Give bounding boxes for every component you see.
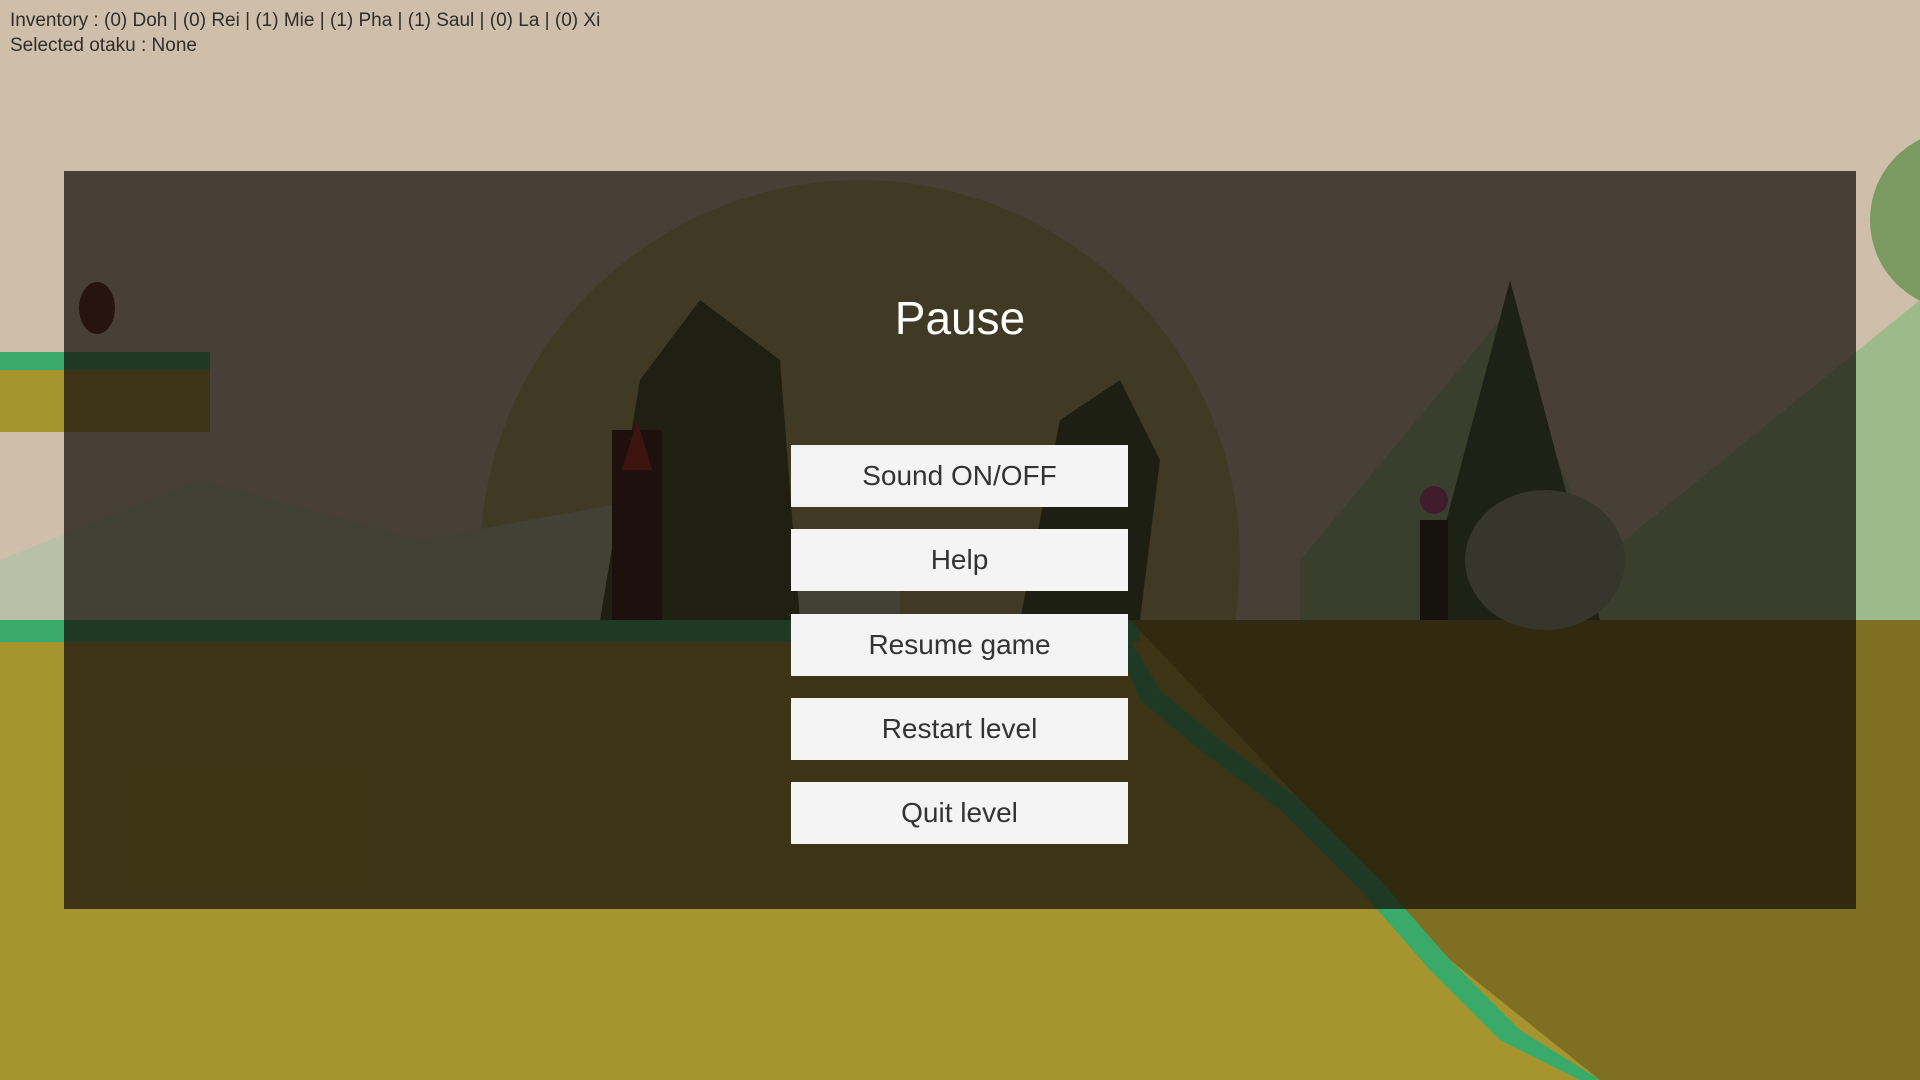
pause-menu: Pause Sound ON/OFF Help Resume game Rest… [64,171,1856,909]
restart-level-button[interactable]: Restart level [791,698,1128,760]
resume-game-button[interactable]: Resume game [791,614,1128,676]
sound-toggle-button[interactable]: Sound ON/OFF [791,445,1128,507]
quit-level-button[interactable]: Quit level [791,782,1128,844]
help-button[interactable]: Help [791,529,1128,591]
pause-title: Pause [894,292,1026,344]
selected-otaku-text: Selected otaku : None [10,35,197,56]
inventory-text: Inventory : (0) Doh | (0) Rei | (1) Mie … [10,10,601,31]
game-viewport: Inventory : (0) Doh | (0) Rei | (1) Mie … [0,0,1920,1080]
